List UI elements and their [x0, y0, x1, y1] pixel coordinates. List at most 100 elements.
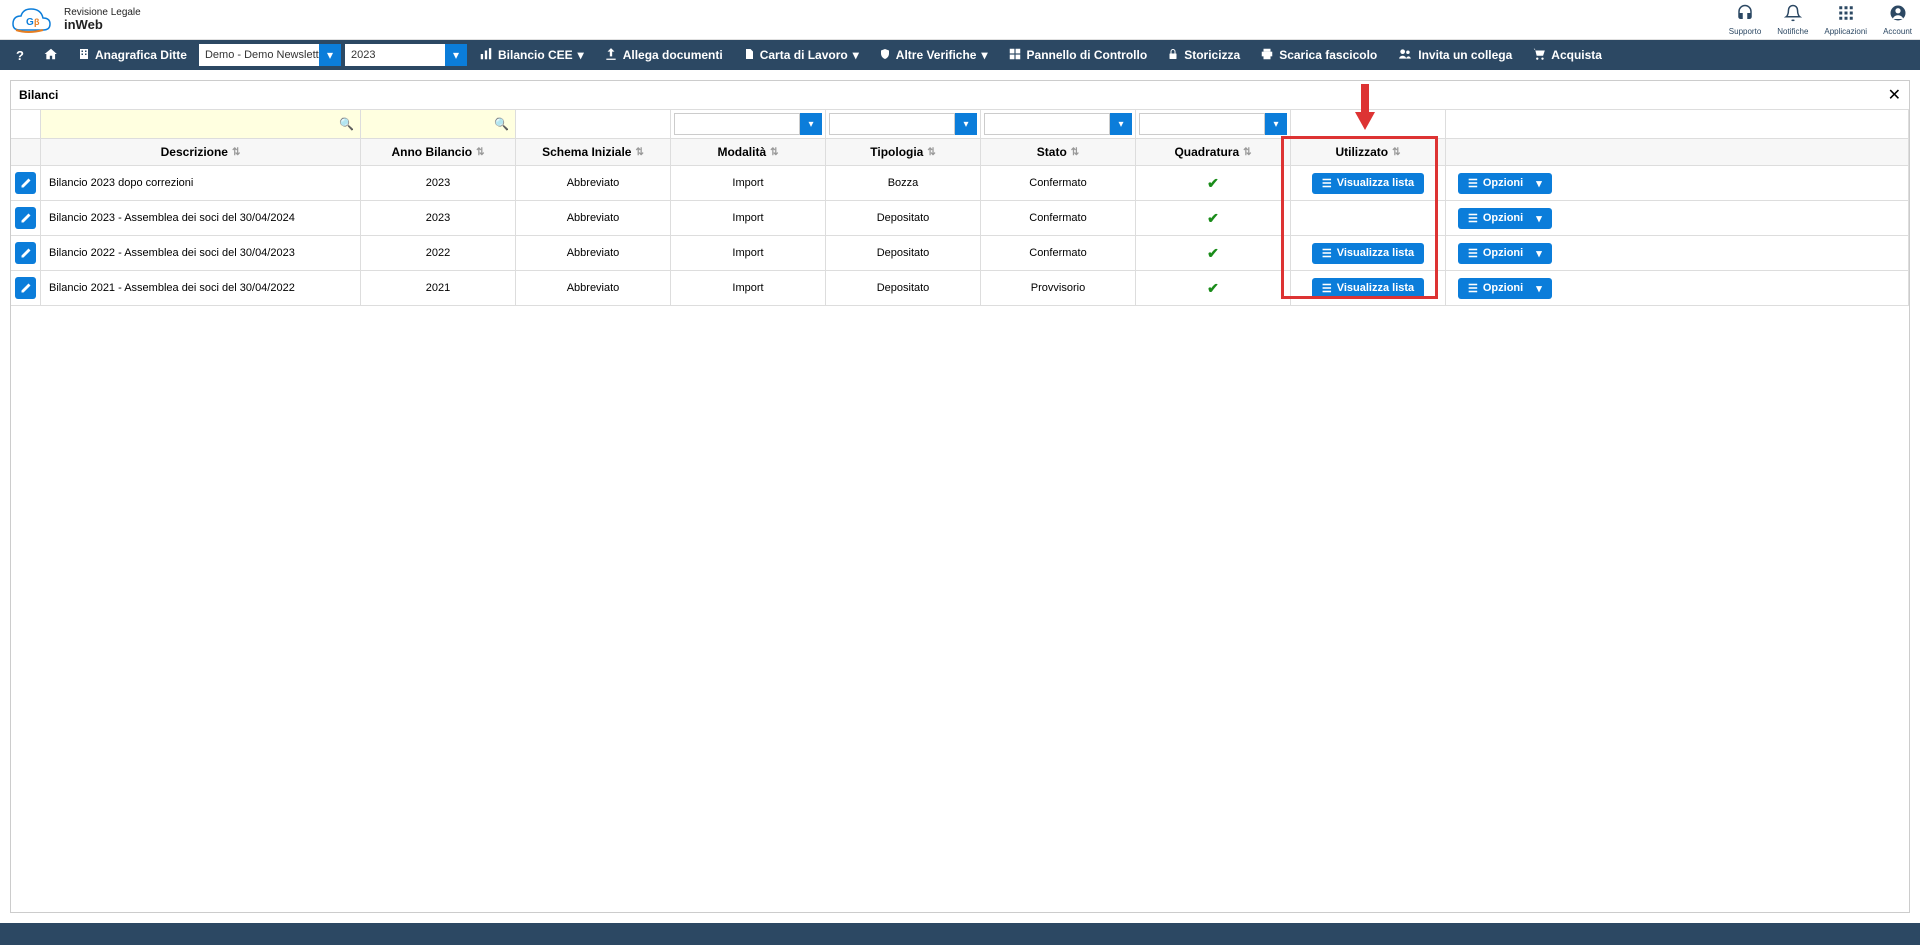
filter-anno-input[interactable]	[364, 118, 512, 130]
chevron-down-icon[interactable]: ▾	[445, 44, 467, 66]
opzioni-button[interactable]: ☰ Opzioni ▾	[1458, 208, 1552, 229]
header-anno[interactable]: Anno Bilancio⇅	[361, 139, 516, 165]
header-utilizzato[interactable]: Utilizzato⇅	[1291, 139, 1446, 165]
bilancio-cee-button[interactable]: Bilancio CEE ▾	[471, 40, 592, 70]
filter-stato[interactable]: ▾	[981, 110, 1136, 138]
table-row: Bilancio 2022 - Assemblea dei soci del 3…	[11, 236, 1909, 271]
allega-documenti-button[interactable]: Allega documenti	[596, 40, 731, 70]
opzioni-button[interactable]: ☰ Opzioni ▾	[1458, 278, 1552, 299]
chevron-down-icon[interactable]: ▾	[319, 44, 341, 66]
chevron-down-icon[interactable]: ▾	[1110, 113, 1132, 135]
panel-title: Bilanci	[19, 88, 58, 102]
filter-quadratura[interactable]: ▾	[1136, 110, 1291, 138]
chevron-down-icon[interactable]: ▾	[955, 113, 977, 135]
anagrafica-button[interactable]: Anagrafica Ditte	[70, 40, 195, 70]
cell-descrizione: Bilancio 2023 dopo correzioni	[41, 166, 361, 200]
cell-schema: Abbreviato	[516, 236, 671, 270]
dashboard-icon	[1008, 47, 1022, 64]
cell-utilizzato	[1291, 201, 1446, 235]
close-button[interactable]: ✕	[1888, 85, 1901, 105]
cell-schema: Abbreviato	[516, 166, 671, 200]
list-icon: ☰	[1468, 177, 1478, 190]
cell-quadratura: ✔	[1136, 166, 1291, 200]
cell-descrizione: Bilancio 2023 - Assemblea dei soci del 3…	[41, 201, 361, 235]
cell-utilizzato: ☰ Visualizza lista	[1291, 166, 1446, 200]
chevron-down-icon: ▾	[853, 48, 859, 62]
filter-schema	[516, 110, 671, 138]
header-descrizione[interactable]: Descrizione⇅	[41, 139, 361, 165]
table-header-row: Descrizione⇅ Anno Bilancio⇅ Schema Inizi…	[11, 139, 1909, 166]
chevron-down-icon[interactable]: ▾	[1265, 113, 1287, 135]
cell-modalita: Import	[671, 236, 826, 270]
chevron-down-icon: ▾	[578, 48, 584, 62]
visualizza-lista-button[interactable]: ☰ Visualizza lista	[1312, 173, 1424, 194]
header-tipologia[interactable]: Tipologia⇅	[826, 139, 981, 165]
cell-tipologia: Depositato	[826, 201, 981, 235]
notifications-button[interactable]: Notifiche	[1777, 4, 1808, 36]
edit-button[interactable]	[15, 207, 36, 229]
logo-text: Revisione Legale inWeb	[64, 7, 141, 32]
sort-icon: ⇅	[770, 147, 778, 158]
cell-opzioni: ☰ Opzioni ▾	[1446, 201, 1909, 235]
year-select[interactable]: 2023 ▾	[345, 44, 467, 66]
carta-lavoro-button[interactable]: Carta di Lavoro ▾	[735, 40, 867, 70]
upload-icon	[604, 47, 618, 64]
visualizza-lista-button[interactable]: ☰ Visualizza lista	[1312, 278, 1424, 299]
headset-icon	[1729, 4, 1761, 27]
cell-modalita: Import	[671, 271, 826, 305]
help-button[interactable]: ?	[8, 40, 32, 70]
users-icon	[1397, 47, 1413, 64]
cell-opzioni: ☰ Opzioni ▾	[1446, 166, 1909, 200]
opzioni-button[interactable]: ☰ Opzioni ▾	[1458, 243, 1552, 264]
filter-tipologia[interactable]: ▾	[826, 110, 981, 138]
filter-descrizione[interactable]: 🔍	[41, 110, 361, 138]
logo-icon: G β	[8, 4, 58, 36]
filter-descrizione-input[interactable]	[44, 118, 357, 130]
top-icons: Supporto Notifiche Applicazioni Account	[1729, 4, 1912, 36]
filter-anno[interactable]: 🔍	[361, 110, 516, 138]
header-schema[interactable]: Schema Iniziale⇅	[516, 139, 671, 165]
arrow-annotation	[1350, 82, 1380, 137]
support-button[interactable]: Supporto	[1729, 4, 1761, 36]
acquista-button[interactable]: Acquista	[1524, 40, 1610, 70]
cell-quadratura: ✔	[1136, 201, 1291, 235]
user-icon	[1883, 4, 1912, 27]
header-stato[interactable]: Stato⇅	[981, 139, 1136, 165]
company-select[interactable]: Demo - Demo Newsletter S ▾	[199, 44, 341, 66]
filter-modalita[interactable]: ▾	[671, 110, 826, 138]
top-header: G β Revisione Legale inWeb Supporto Noti…	[0, 0, 1920, 40]
logo-line2: inWeb	[64, 18, 141, 32]
cell-tipologia: Depositato	[826, 236, 981, 270]
edit-button[interactable]	[15, 172, 36, 194]
cell-tipologia: Depositato	[826, 271, 981, 305]
header-quadratura[interactable]: Quadratura⇅	[1136, 139, 1291, 165]
altre-verifiche-button[interactable]: Altre Verifiche ▾	[871, 40, 996, 70]
logo-area: G β Revisione Legale inWeb	[8, 4, 141, 36]
opzioni-button[interactable]: ☰ Opzioni ▾	[1458, 173, 1552, 194]
svg-text:β: β	[34, 17, 40, 27]
svg-text:G: G	[26, 17, 34, 28]
table-row: Bilancio 2021 - Assemblea dei soci del 3…	[11, 271, 1909, 306]
cell-descrizione: Bilancio 2021 - Assemblea dei soci del 3…	[41, 271, 361, 305]
check-icon: ✔	[1207, 245, 1219, 262]
lock-icon	[1167, 47, 1179, 64]
invita-collega-button[interactable]: Invita un collega	[1389, 40, 1520, 70]
sort-icon: ⇅	[1392, 147, 1400, 158]
cell-stato: Confermato	[981, 166, 1136, 200]
cell-opzioni: ☰ Opzioni ▾	[1446, 271, 1909, 305]
apps-button[interactable]: Applicazioni	[1824, 4, 1867, 36]
table-body: Bilancio 2023 dopo correzioni2023Abbrevi…	[11, 166, 1909, 306]
scarica-fascicolo-button[interactable]: Scarica fascicolo	[1252, 40, 1385, 70]
chevron-down-icon[interactable]: ▾	[800, 113, 822, 135]
building-icon	[78, 47, 90, 64]
edit-button[interactable]	[15, 277, 36, 299]
header-modalita[interactable]: Modalità⇅	[671, 139, 826, 165]
storicizza-button[interactable]: Storicizza	[1159, 40, 1248, 70]
list-icon: ☰	[1468, 212, 1478, 225]
visualizza-lista-button[interactable]: ☰ Visualizza lista	[1312, 243, 1424, 264]
account-button[interactable]: Account	[1883, 4, 1912, 36]
edit-button[interactable]	[15, 242, 36, 264]
chart-icon	[479, 47, 493, 64]
home-button[interactable]	[36, 40, 66, 70]
pannello-controllo-button[interactable]: Pannello di Controllo	[1000, 40, 1156, 70]
